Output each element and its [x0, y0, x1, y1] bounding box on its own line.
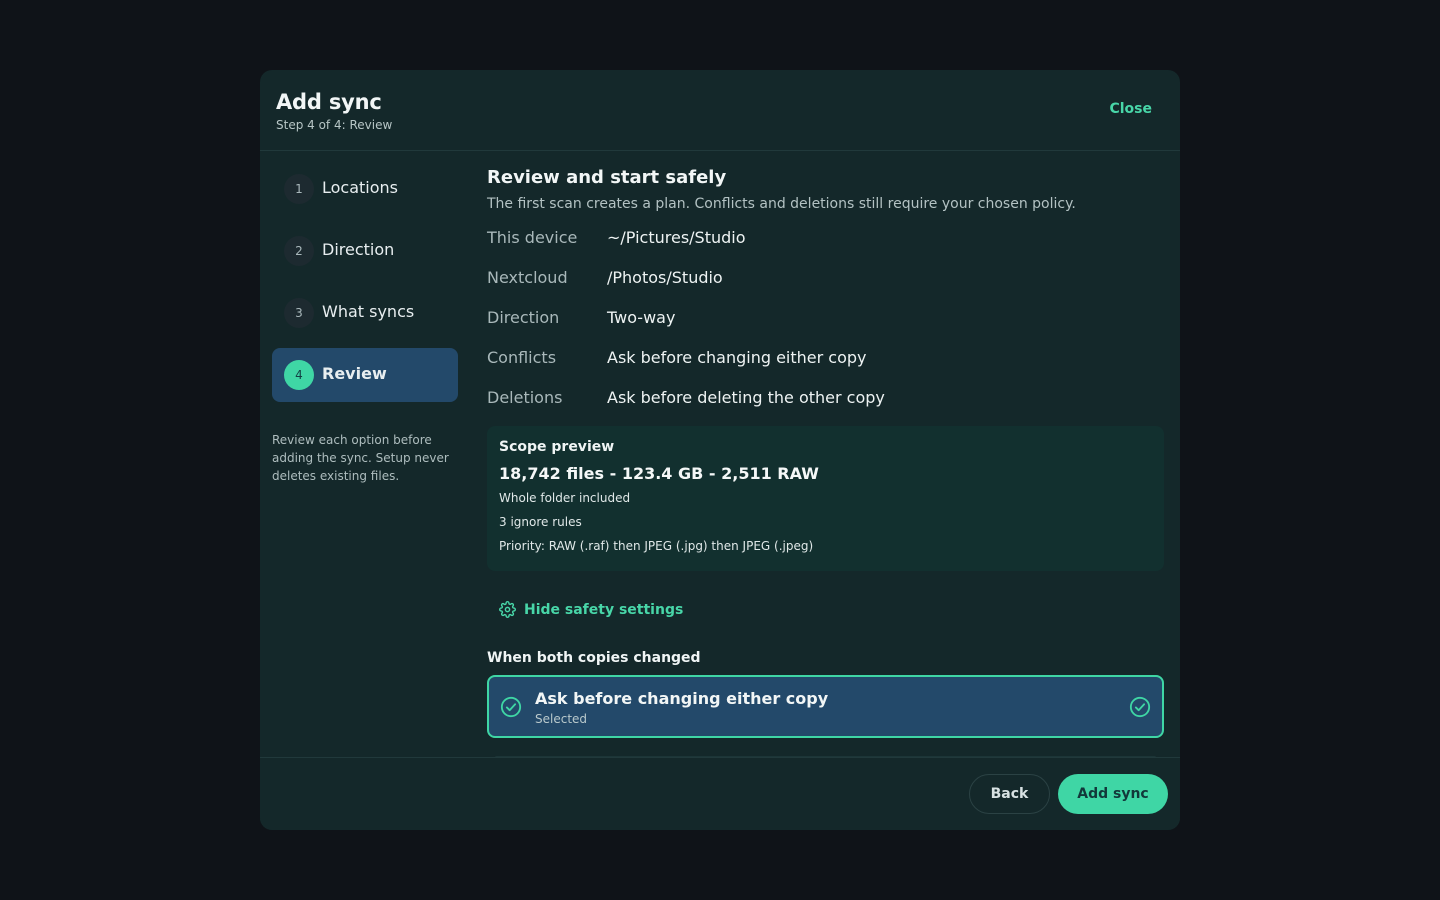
summary-key: Direction	[487, 308, 560, 327]
summary-key: Conflicts	[487, 348, 557, 367]
option-ask-before-changing[interactable]: Ask before changing either copy Selected	[487, 675, 1164, 738]
close-button[interactable]: Close	[1109, 101, 1152, 117]
option-sublabel: Selected	[535, 712, 588, 726]
step-number: 3	[284, 298, 314, 328]
scope-line: Whole folder included	[499, 491, 631, 505]
summary-list: This device ~/Pictures/Studio Nextcloud …	[487, 222, 1164, 422]
dialog-title: Add sync	[276, 90, 382, 114]
review-description: The first scan creates a plan. Conflicts…	[487, 196, 1076, 212]
summary-row-nextcloud: Nextcloud /Photos/Studio	[487, 262, 1164, 302]
step-item-review[interactable]: 4 Review	[272, 348, 458, 402]
summary-value: Ask before deleting the other copy	[607, 388, 885, 407]
summary-key: Nextcloud	[487, 268, 568, 287]
summary-value: Ask before changing either copy	[607, 348, 867, 367]
step-number: 1	[284, 174, 314, 204]
add-sync-button[interactable]: Add sync	[1058, 774, 1168, 814]
scope-title: Scope preview	[499, 439, 615, 455]
step-number: 4	[284, 360, 314, 390]
gear-icon	[499, 601, 516, 618]
summary-row-deletions: Deletions Ask before deleting the other …	[487, 382, 1164, 422]
sidebar-note: Review each option before adding the syn…	[272, 433, 449, 483]
step-item-direction[interactable]: 2 Direction	[272, 224, 458, 278]
step-item-what-syncs[interactable]: 3 What syncs	[272, 286, 458, 340]
dialog-footer: Back Add sync	[260, 757, 1180, 830]
summary-key: Deletions	[487, 388, 563, 407]
scope-preview-card: Scope preview 18,742 files - 123.4 GB - …	[487, 426, 1164, 571]
summary-row-direction: Direction Two-way	[487, 302, 1164, 342]
review-title: Review and start safely	[487, 167, 727, 188]
scope-line: Priority: RAW (.raf) then JPEG (.jpg) th…	[499, 539, 814, 553]
step-item-locations[interactable]: 1 Locations	[272, 162, 458, 216]
option-label: Ask before changing either copy	[535, 689, 829, 708]
add-sync-dialog: Add sync Step 4 of 4: Review Close 1 Loc…	[260, 70, 1180, 830]
summary-value: Two-way	[607, 308, 676, 327]
summary-key: This device	[487, 228, 578, 247]
step-label: What syncs	[322, 302, 415, 321]
check-circle-icon	[500, 696, 522, 718]
summary-value: ~/Pictures/Studio	[607, 228, 746, 247]
back-button[interactable]: Back	[969, 774, 1050, 814]
dialog-subtitle: Step 4 of 4: Review	[276, 118, 393, 132]
hide-safety-settings-toggle[interactable]: Hide safety settings	[499, 601, 1164, 618]
conflict-policy-title: When both copies changed	[487, 650, 701, 666]
check-circle-icon	[1129, 696, 1151, 718]
summary-value: /Photos/Studio	[607, 268, 723, 287]
scope-line: 3 ignore rules	[499, 515, 582, 529]
step-number: 2	[284, 236, 314, 266]
summary-row-conflicts: Conflicts Ask before changing either cop…	[487, 342, 1164, 382]
step-sidebar: 1 Locations 2 Direction 3 What syncs 4 R…	[272, 162, 458, 410]
hide-safety-settings-label: Hide safety settings	[524, 601, 684, 618]
dialog-header: Add sync Step 4 of 4: Review Close	[260, 70, 1180, 151]
summary-row-device: This device ~/Pictures/Studio	[487, 222, 1164, 262]
step-label: Direction	[322, 240, 395, 259]
scope-stats: 18,742 files - 123.4 GB - 2,511 RAW	[499, 464, 819, 483]
step-label: Review	[322, 364, 387, 383]
step-label: Locations	[322, 178, 399, 197]
review-content: Review and start safely The first scan c…	[487, 167, 1164, 738]
